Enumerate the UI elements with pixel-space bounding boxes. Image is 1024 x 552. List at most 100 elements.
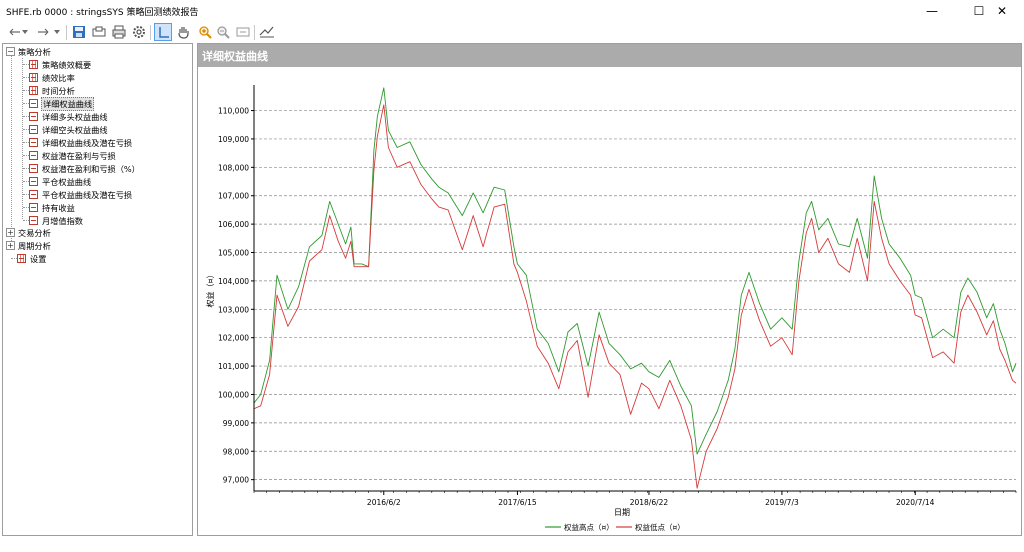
chart-report-icon [29,177,38,186]
settings-gear-icon[interactable] [130,23,148,41]
tree-item-closed-equity-drawdown[interactable]: 平仓权益曲线及潜在亏损 [19,188,133,201]
x-tick-label: 2018/6/22 [630,498,669,507]
x-tick-label: 2016/6/2 [367,498,401,507]
tree-node-trade-analysis[interactable]: + 交易分析 [6,226,52,239]
chart-report-icon [29,112,38,121]
print-preview-icon[interactable] [90,23,108,41]
tree-item-label: 权益潜在盈利与亏损 [42,150,116,161]
table-report-icon [17,254,26,263]
y-tick-label: 97,000 [223,476,249,485]
table-report-icon [29,86,38,95]
tree-item-detailed-equity-curve[interactable]: 详细权益曲线 [19,96,95,111]
y-tick-label: 98,000 [223,447,249,456]
x-tick-label: 2017/6/15 [498,498,537,507]
tree-item-label: 详细权益曲线及潜在亏损 [42,137,133,148]
chart-legend: 权益高点（¤） 权益低点（¤） [545,522,685,532]
x-tick-label: 2019/7/3 [765,498,799,507]
panel-title: 详细权益曲线 [198,44,1021,67]
chart-report-icon [29,125,38,134]
expand-icon[interactable]: + [6,228,15,237]
tree-item-label: 平仓权益曲线 [42,176,92,187]
chart-report-icon [29,99,38,108]
y-tick-label: 99,000 [223,419,249,428]
equity-chart[interactable]: 97,000 98,000 99,000 100,000 101,000 102,000 1… [198,67,1021,535]
chart-report-icon [29,190,38,199]
window-title: SHFE.rb 0000 : stringsSYS 策略回测绩效报告 [6,7,199,18]
tree-guide-line [11,56,12,249]
tree-item-time-analysis[interactable]: 时间分析 [19,84,76,97]
x-tick-label: 2020/7/14 [896,498,935,507]
status-bar [0,538,1024,552]
collapse-icon[interactable]: − [6,47,15,56]
y-tick-label: 110,000 [218,107,249,116]
print-icon[interactable] [110,23,128,41]
navigation-tree: − 策略分析 策略绩效概要 绩效比率 时间分析 详细权益曲线 详细多头权益曲线 … [2,43,193,536]
legend-label-low: 权益低点（¤） [635,522,685,532]
pan-hand-icon[interactable] [174,23,192,41]
tree-item-label: 绩效比率 [42,72,75,83]
y-tick-label: 105,000 [218,249,249,258]
y-tick-label: 100,000 [218,390,249,399]
zoom-out-icon[interactable] [214,23,232,41]
tree-item-label: 详细权益曲线 [41,96,95,111]
legend-label-high: 权益高点（¤） [564,522,614,532]
tree-item-long-equity-curve[interactable]: 详细多头权益曲线 [19,110,109,123]
series-line-equity-high [253,87,1017,455]
y-tick-label: 102,000 [218,334,249,343]
y-tick-label: 107,000 [218,192,249,201]
forward-dropdown-icon[interactable] [52,23,62,41]
tree-node-label: 交易分析 [18,227,51,238]
chart-report-icon [29,138,38,147]
chart-report-icon [29,203,38,212]
tree-item-short-equity-curve[interactable]: 详细空头权益曲线 [19,123,109,136]
chart-report-icon [29,151,38,160]
minimize-button[interactable]: — [910,0,954,22]
tree-item-potential-profit-loss[interactable]: 权益潜在盈利与亏损 [19,149,117,162]
toolbar [0,22,1024,43]
tree-item-label: 月增值指数 [42,215,83,226]
tree-item-potential-profit-loss-pct[interactable]: 权益潜在盈利和亏损（%） [19,162,141,175]
x-axis-label: 日期 [614,508,630,517]
tree-node-label: 设置 [30,253,47,264]
tree-item-label: 详细多头权益曲线 [42,111,108,122]
zoom-in-icon[interactable] [196,23,214,41]
y-tick-label: 103,000 [218,305,249,314]
title-bar: SHFE.rb 0000 : stringsSYS 策略回测绩效报告 [0,0,1024,22]
back-dropdown-icon[interactable] [20,23,30,41]
series-line-equity-low [253,104,1017,489]
chart-panel: 详细权益曲线 97,000 98,000 99,000 100,000 101,000 1… [197,43,1022,536]
expand-icon[interactable]: + [6,241,15,250]
tree-item-label: 权益潜在盈利和亏损（%） [42,163,140,174]
table-report-icon [29,73,38,82]
toolbar-separator [66,25,67,40]
y-tick-label: 108,000 [218,163,249,172]
chart-report-icon [29,216,38,225]
tree-item-label: 持有收益 [42,202,75,213]
tree-node-period-analysis[interactable]: + 周期分析 [6,239,52,252]
y-tick-label: 109,000 [218,135,249,144]
y-tick-label: 101,000 [218,362,249,371]
tree-node-label: 策略分析 [18,46,51,57]
tree-node-label: 周期分析 [18,240,51,251]
y-tick-label: 104,000 [218,277,249,286]
chart-report-icon [29,164,38,173]
tree-item-ratios[interactable]: 绩效比率 [19,71,76,84]
export-chart-icon[interactable] [258,23,276,41]
close-button[interactable]: ✕ [980,0,1024,22]
tree-item-summary[interactable]: 策略绩效概要 [19,58,92,71]
tree-item-closed-equity-curve[interactable]: 平仓权益曲线 [19,175,92,188]
y-tick-label: 106,000 [218,220,249,229]
tree-item-equity-curve-drawdown[interactable]: 详细权益曲线及潜在亏损 [19,136,133,149]
save-icon[interactable] [70,23,88,41]
tree-item-label: 详细空头权益曲线 [42,124,108,135]
y-axis-label: 权益（¤） [205,270,215,307]
table-report-icon [29,60,38,69]
zoom-fit-icon[interactable] [234,23,252,41]
tree-node-strategy-analysis[interactable]: − 策略分析 [6,45,52,58]
tree-item-holding-return[interactable]: 持有收益 [19,201,76,214]
tree-node-settings[interactable]: 设置 [6,252,47,265]
tree-item-label: 平仓权益曲线及潜在亏损 [42,189,133,200]
toolbar-separator [150,25,151,40]
cursor-tool-icon[interactable] [154,23,172,41]
forward-arrow-icon[interactable] [34,23,52,41]
